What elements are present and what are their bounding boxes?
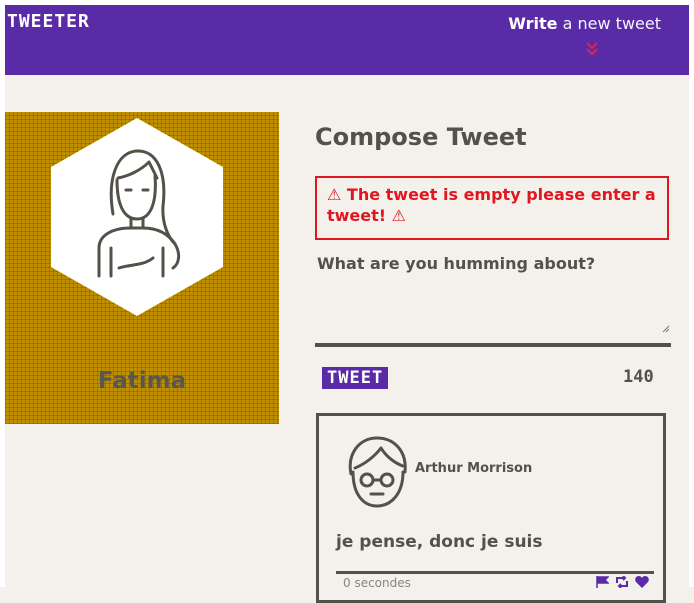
tweet-actions: [596, 575, 651, 592]
male-avatar-icon: [341, 432, 413, 512]
retweet-icon[interactable]: [615, 575, 633, 592]
profile-card: Fatima: [5, 112, 279, 424]
compose-divider: [315, 343, 671, 347]
heart-icon[interactable]: [635, 576, 650, 592]
flag-icon[interactable]: [596, 576, 613, 592]
tweet-divider: [336, 571, 654, 574]
write-label: Write: [508, 14, 558, 33]
tweet-input[interactable]: [315, 252, 675, 330]
character-counter: 140: [623, 367, 654, 387]
chevron-down-icon[interactable]: [585, 41, 599, 60]
write-new-tweet-link[interactable]: Write a new tweet: [508, 14, 661, 33]
tweet-text: je pense, donc je suis: [336, 532, 543, 552]
tweet-author[interactable]: Arthur Morrison: [415, 461, 532, 476]
profile-name: Fatima: [97, 368, 187, 394]
brand-logo[interactable]: TWEETER: [7, 11, 90, 32]
tweet-card: Arthur Morrison je pense, donc je suis 0…: [316, 413, 666, 603]
resize-handle-icon[interactable]: [662, 318, 670, 333]
female-avatar-icon: [51, 118, 223, 316]
top-nav: TWEETER Write a new tweet: [5, 5, 689, 75]
compose-title: Compose Tweet: [315, 123, 527, 151]
error-message: ⚠ The tweet is empty please enter a twee…: [315, 176, 669, 240]
tweet-button[interactable]: TWEET: [322, 367, 389, 389]
write-rest-label: a new tweet: [562, 14, 661, 33]
tweet-timestamp: 0 secondes: [343, 576, 411, 590]
